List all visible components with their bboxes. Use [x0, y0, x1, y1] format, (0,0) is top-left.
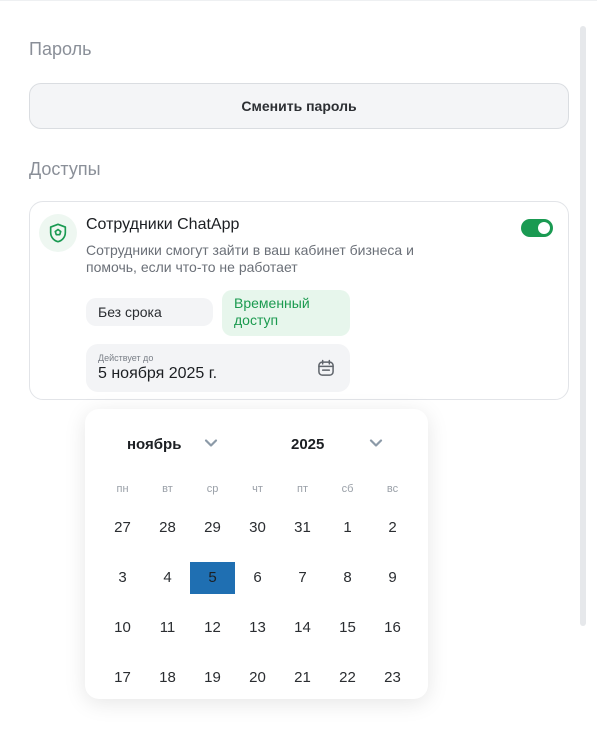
calendar-day[interactable]: 17 [100, 662, 145, 694]
valid-until-field[interactable]: Действует до 5 ноября 2025 г. [86, 344, 350, 392]
calendar-day[interactable]: 7 [280, 562, 325, 594]
calendar-day[interactable]: 11 [145, 612, 190, 644]
weekday-label: пн [116, 483, 129, 495]
card-description: Сотрудники смогут зайти в ваш кабинет би… [86, 242, 414, 275]
calendar-day[interactable]: 20 [235, 662, 280, 694]
scrollbar[interactable] [580, 26, 586, 626]
calendar-day[interactable]: 19 [190, 662, 235, 694]
access-toggle[interactable] [521, 219, 553, 237]
valid-until-label: Действует до [98, 353, 154, 363]
access-section-title: Доступы [29, 159, 101, 179]
weekday-label: вт [162, 483, 173, 495]
calendar-day[interactable]: 22 [325, 662, 370, 694]
calendar-day[interactable]: 16 [370, 612, 415, 644]
toggle-knob [538, 222, 550, 234]
chevron-down-icon[interactable] [204, 438, 218, 448]
calendar-day[interactable]: 4 [145, 562, 190, 594]
calendar-day[interactable]: 15 [325, 612, 370, 644]
calendar-day[interactable]: 29 [190, 512, 235, 544]
calendar-day[interactable]: 6 [235, 562, 280, 594]
chatapp-staff-access-card: Сотрудники ChatApp Сотрудники смогут зай… [29, 201, 569, 400]
calendar-day[interactable]: 18 [145, 662, 190, 694]
calendar-day[interactable]: 14 [280, 612, 325, 644]
year-selector[interactable]: 2025 [291, 436, 324, 453]
weekday-label: пт [297, 483, 308, 495]
calendar-day[interactable]: 13 [235, 612, 280, 644]
calendar-day[interactable]: 21 [280, 662, 325, 694]
month-selector[interactable]: ноябрь [127, 436, 181, 453]
calendar-day[interactable]: 31 [280, 512, 325, 544]
weekday-label: ср [206, 483, 219, 495]
weekday-label: вс [386, 483, 399, 495]
calendar-day[interactable]: 9 [370, 562, 415, 594]
calendar-day[interactable]: 30 [235, 512, 280, 544]
password-section-title: Пароль [29, 39, 92, 59]
calendar-day[interactable]: 8 [325, 562, 370, 594]
calendar-day[interactable]: 5 [190, 562, 235, 594]
top-divider [0, 0, 597, 1]
calendar-day[interactable]: 23 [370, 662, 415, 694]
weekday-label: сб [341, 483, 354, 495]
calendar-day[interactable]: 27 [100, 512, 145, 544]
calendar-day[interactable]: 2 [370, 512, 415, 544]
option-temporary-access[interactable]: Временный доступ [222, 290, 350, 336]
calendar-day[interactable]: 28 [145, 512, 190, 544]
weekday-label: чт [252, 483, 263, 495]
valid-until-value: 5 ноября 2025 г. [98, 365, 218, 382]
date-picker-calendar: ноябрь 2025 пн вт ср чт пт сб вс 27 28 29 30 31 1 2 3 4… [85, 409, 428, 699]
calendar-day[interactable]: 10 [100, 612, 145, 644]
card-title: Сотрудники ChatApp [86, 216, 240, 233]
calendar-icon[interactable] [316, 358, 336, 378]
shield-icon [39, 214, 77, 252]
chevron-down-icon[interactable] [369, 438, 383, 448]
change-password-button[interactable]: Сменить пароль [29, 83, 569, 129]
calendar-day[interactable]: 1 [325, 512, 370, 544]
option-no-limit[interactable]: Без срока [86, 298, 213, 326]
calendar-day[interactable]: 12 [190, 612, 235, 644]
calendar-day[interactable]: 3 [100, 562, 145, 594]
